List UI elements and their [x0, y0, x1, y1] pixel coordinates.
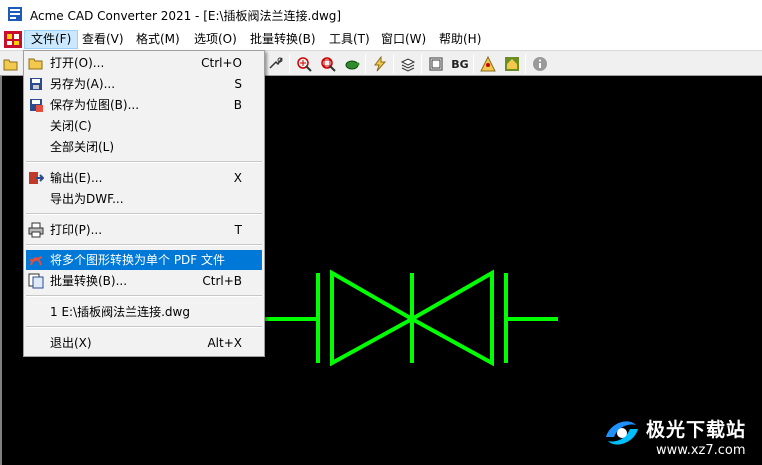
lightning-icon[interactable]	[370, 54, 390, 74]
zoom-in-icon[interactable]	[294, 54, 314, 74]
watermark: 极光下载站 www.xz7.com	[602, 409, 762, 465]
turtle-icon[interactable]	[342, 54, 362, 74]
menu-options[interactable]: 选项(O)	[188, 30, 243, 49]
open-folder-icon[interactable]	[1, 54, 21, 74]
help-figure-icon[interactable]	[478, 54, 498, 74]
menu-close-all[interactable]: 全部关闭(L)	[26, 137, 262, 157]
menu-close[interactable]: 关闭(C)	[26, 116, 262, 136]
menu-file[interactable]: 文件(F)	[24, 30, 79, 49]
pdf-icon	[29, 256, 43, 266]
batch-convert-icon	[28, 273, 44, 289]
menu-separator	[26, 161, 262, 163]
menu-separator	[26, 295, 262, 297]
save-disk-icon	[30, 78, 42, 90]
menu-print[interactable]: 打印(P)... T	[26, 220, 262, 240]
window-title: Acme CAD Converter 2021 - [E:\插板阀法兰连接.dw…	[30, 9, 342, 23]
menu-batch-convert[interactable]: 批量转换(B)	[244, 30, 322, 49]
file-menu-dropdown: 打开(O)... Ctrl+O 另存为(A)... S 保存为位图(B)... …	[23, 50, 265, 357]
menu-open[interactable]: 打开(O)... Ctrl+O	[26, 53, 262, 73]
save-bitmap-icon	[30, 99, 43, 112]
watermark-url: www.xz7.com	[656, 443, 746, 458]
watermark-logo-icon	[606, 421, 638, 445]
menu-recent-file[interactable]: 1 E:\插板阀法兰连接.dwg	[26, 302, 262, 322]
document-icon[interactable]	[4, 31, 22, 48]
layers-icon[interactable]	[398, 54, 418, 74]
menu-tools[interactable]: 工具(T)	[323, 30, 376, 49]
menu-bar: 文件(F) 查看(V) 格式(M) 选项(O) 批量转换(B) 工具(T) 窗口…	[0, 29, 762, 50]
title-bar: Acme CAD Converter 2021 - [E:\插板阀法兰连接.dw…	[0, 0, 762, 29]
menu-export[interactable]: 输出(E)... X	[26, 168, 262, 188]
menu-save-as[interactable]: 另存为(A)... S	[26, 74, 262, 94]
menu-batch-convert-item[interactable]: 批量转换(B)... Ctrl+B	[26, 271, 262, 291]
menu-separator	[26, 244, 262, 246]
frame-icon[interactable]	[426, 54, 446, 74]
printer-icon	[28, 222, 44, 238]
menu-save-as-bitmap[interactable]: 保存为位图(B)... B	[26, 95, 262, 115]
background-button[interactable]: BG	[450, 54, 470, 74]
menu-separator	[26, 326, 262, 328]
menu-merge-to-pdf[interactable]: 将多个图形转换为单个 PDF 文件	[26, 250, 262, 270]
zoom-pan-icon[interactable]	[266, 54, 286, 74]
info-icon[interactable]	[530, 54, 550, 74]
menu-exit[interactable]: 退出(X) Alt+X	[26, 333, 262, 353]
menu-view[interactable]: 查看(V)	[76, 30, 130, 49]
menu-export-dwf[interactable]: 导出为DWF...	[26, 189, 262, 209]
app-icon	[8, 7, 22, 21]
watermark-text: 极光下载站	[646, 419, 747, 441]
home-icon[interactable]	[502, 54, 522, 74]
menu-separator	[26, 213, 262, 215]
zoom-window-icon[interactable]	[318, 54, 338, 74]
menu-window[interactable]: 窗口(W)	[375, 30, 432, 49]
export-icon	[29, 172, 44, 184]
menu-help[interactable]: 帮助(H)	[433, 30, 487, 49]
open-folder-icon	[28, 58, 43, 70]
menu-format[interactable]: 格式(M)	[130, 30, 186, 49]
